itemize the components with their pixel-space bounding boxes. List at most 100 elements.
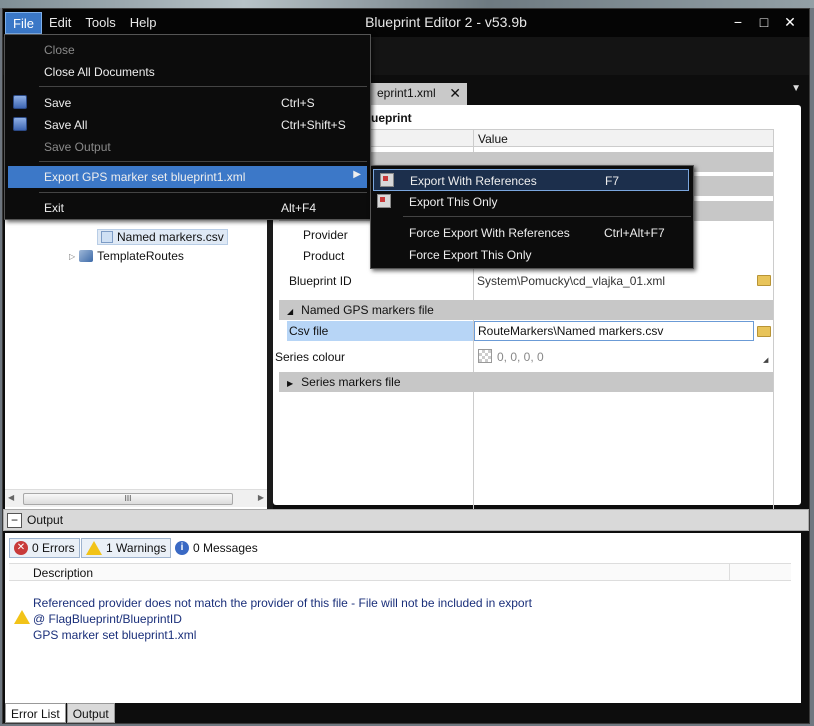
horizontal-scrollbar[interactable]: ◀ III ▶ xyxy=(5,489,267,507)
menu-item-force-export-this-only[interactable]: Force Export This Only xyxy=(371,244,693,266)
expand-arrow-icon[interactable]: ▷ xyxy=(69,252,75,261)
section-label: Named GPS markers file xyxy=(301,303,434,317)
export-references-icon xyxy=(380,173,394,187)
menu-separator xyxy=(39,161,367,162)
menu-item-label: Exit xyxy=(44,201,65,215)
warning-icon xyxy=(14,610,30,624)
close-tab-icon[interactable]: ✕ xyxy=(449,85,461,102)
warning-icon xyxy=(86,541,102,555)
menu-bar: File Edit Tools Help xyxy=(5,12,163,34)
output-panel: − Output ✕ 0 Errors 1 Warnings i 0 Messa… xyxy=(3,509,809,723)
tree-item-template-routes[interactable]: ▷ TemplateRoutes xyxy=(69,249,184,263)
error-list: ✕ 0 Errors 1 Warnings i 0 Messages Descr… xyxy=(5,533,801,703)
scrollbar-thumb[interactable]: III xyxy=(23,493,233,505)
tree-item-label: TemplateRoutes xyxy=(97,249,184,263)
menu-item-save[interactable]: Save Ctrl+S xyxy=(5,92,370,114)
menu-help[interactable]: Help xyxy=(123,12,164,34)
section-named-gps-markers[interactable]: ◢ Named GPS markers file xyxy=(279,300,773,320)
message-line[interactable]: @ FlagBlueprint/BlueprintID xyxy=(33,612,182,626)
menu-edit[interactable]: Edit xyxy=(42,12,78,34)
tab-list-dropdown-icon[interactable]: ▼ xyxy=(791,83,801,94)
menu-separator xyxy=(403,216,691,217)
submenu-arrow-icon: ▶ xyxy=(353,169,361,180)
output-title: Output xyxy=(27,513,64,527)
series-colour-label: Series colour xyxy=(275,350,346,364)
product-label: Product xyxy=(303,249,345,263)
menu-item-label: Export With References xyxy=(410,174,537,188)
menu-item-shortcut: Ctrl+Shift+S xyxy=(281,118,346,132)
save-icon xyxy=(13,95,27,109)
info-icon: i xyxy=(175,541,189,555)
menu-item-save-all[interactable]: Save All Ctrl+Shift+S xyxy=(5,114,370,136)
menu-separator xyxy=(39,192,367,193)
csv-file-input[interactable]: RouteMarkers\Named markers.csv xyxy=(474,321,754,341)
menu-tools[interactable]: Tools xyxy=(78,12,122,34)
provider-label: Provider xyxy=(303,228,348,242)
tab-output[interactable]: Output xyxy=(66,703,115,723)
menu-separator xyxy=(39,86,367,87)
blueprint-id-label: Blueprint ID xyxy=(289,274,352,288)
column-divider[interactable] xyxy=(729,563,730,581)
menu-item-label: Save All xyxy=(44,118,88,132)
warnings-filter-button[interactable]: 1 Warnings xyxy=(81,538,172,558)
value-column-header: Value xyxy=(478,132,508,146)
message-line[interactable]: GPS marker set blueprint1.xml xyxy=(33,628,196,642)
close-window-button[interactable]: ✕ xyxy=(779,12,801,32)
menu-item-export[interactable]: Export GPS marker set blueprint1.xml ▶ xyxy=(8,166,367,188)
save-all-icon xyxy=(13,117,27,131)
scroll-right-icon[interactable]: ▶ xyxy=(258,493,264,502)
description-column-header[interactable]: Description xyxy=(9,563,791,581)
csv-file-label: Csv file xyxy=(289,324,329,338)
error-icon: ✕ xyxy=(14,541,28,555)
collapse-panel-button[interactable]: − xyxy=(7,513,22,528)
colour-picker-arrow-icon[interactable]: ◢ xyxy=(763,356,768,364)
csv-file-label-row[interactable]: Csv file xyxy=(287,321,473,341)
expand-arrow-icon[interactable]: ▶ xyxy=(287,379,293,388)
menu-item-shortcut: Ctrl+Alt+F7 xyxy=(604,226,665,240)
menu-item-label: Export GPS marker set blueprint1.xml xyxy=(44,170,246,184)
collapse-arrow-icon[interactable]: ◢ xyxy=(287,307,293,316)
grid-right-border xyxy=(773,129,774,509)
colour-swatch[interactable] xyxy=(478,349,492,363)
menu-item-export-with-references[interactable]: Export With References F7 xyxy=(373,169,689,191)
scroll-left-icon[interactable]: ◀ xyxy=(8,493,14,502)
messages-filter-button[interactable]: i 0 Messages xyxy=(175,538,258,558)
messages-count: 0 Messages xyxy=(193,541,258,555)
breadcrumb: ueprint xyxy=(371,111,412,125)
browse-folder-icon[interactable] xyxy=(757,326,771,337)
section-label: Series markers file xyxy=(301,375,401,389)
desktop-background xyxy=(0,0,814,8)
maximize-button[interactable]: □ xyxy=(753,12,775,32)
output-header: − Output xyxy=(3,509,809,531)
errors-count: 0 Errors xyxy=(32,541,75,555)
section-series-markers[interactable]: ▶ Series markers file xyxy=(279,372,773,392)
export-submenu: Export With References F7 Export This On… xyxy=(370,165,694,269)
file-menu-dropdown: Close Close All Documents Save Ctrl+S Sa… xyxy=(4,34,371,220)
tab-blueprint1[interactable]: eprint1.xml ✕ xyxy=(371,83,467,105)
menu-item-shortcut: Ctrl+S xyxy=(281,96,315,110)
menu-item-close[interactable]: Close xyxy=(5,39,370,61)
warnings-count: 1 Warnings xyxy=(106,541,167,555)
menu-item-label: Save Output xyxy=(44,140,111,154)
menu-item-exit[interactable]: Exit Alt+F4 xyxy=(5,197,370,219)
message-line[interactable]: Referenced provider does not match the p… xyxy=(33,596,532,610)
menu-item-label: Export This Only xyxy=(409,195,498,209)
menu-file[interactable]: File xyxy=(5,12,42,34)
description-header-label: Description xyxy=(33,566,94,580)
tab-error-list[interactable]: Error List xyxy=(5,703,66,723)
menu-item-label: Force Export This Only xyxy=(409,248,532,262)
menu-item-force-export-with-references[interactable]: Force Export With References Ctrl+Alt+F7 xyxy=(371,222,693,244)
errors-filter-button[interactable]: ✕ 0 Errors xyxy=(9,538,80,558)
menu-item-label: Close xyxy=(44,43,75,57)
browse-folder-icon[interactable] xyxy=(757,275,771,286)
tree-item-named-markers[interactable]: Named markers.csv xyxy=(97,229,228,245)
menu-item-save-output[interactable]: Save Output xyxy=(5,136,370,158)
series-colour-value[interactable]: 0, 0, 0, 0 xyxy=(497,350,544,364)
menu-item-export-this-only[interactable]: Export This Only xyxy=(371,191,693,213)
window-controls: − □ ✕ xyxy=(727,12,801,32)
wrench-icon xyxy=(79,250,94,262)
menu-item-close-all[interactable]: Close All Documents xyxy=(5,61,370,83)
minimize-button[interactable]: − xyxy=(727,12,749,32)
blueprint-id-value[interactable]: System\Pomucky\cd_vlajka_01.xml xyxy=(477,274,665,288)
output-tabs: Error List Output xyxy=(5,703,116,723)
